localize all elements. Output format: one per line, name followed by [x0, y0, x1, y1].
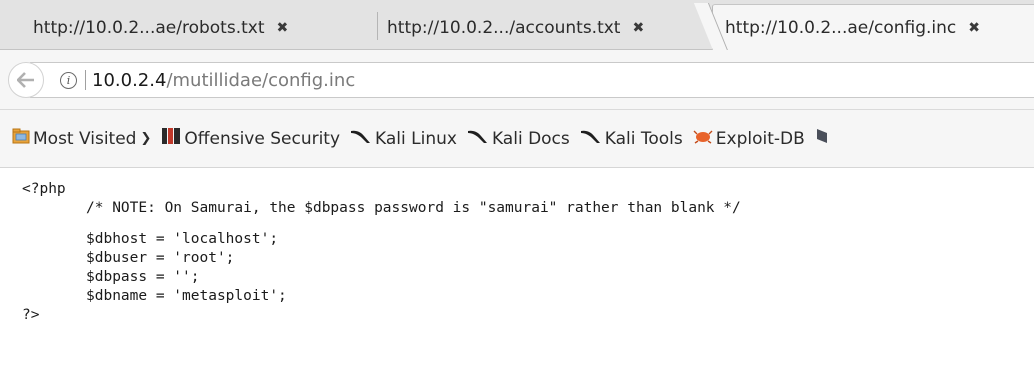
close-icon[interactable]: ✖: [968, 20, 980, 36]
url-path: /mutillidae/config.inc: [166, 69, 356, 91]
page-content: <?php /* NOTE: On Samurai, the $dbpass pa…: [0, 168, 1034, 372]
close-icon[interactable]: ✖: [277, 20, 289, 36]
browser-window: http://10.0.2...ae/robots.txt ✖ http://1…: [0, 0, 1034, 372]
bookmark-label: Offensive Security: [184, 128, 341, 149]
info-icon[interactable]: i: [60, 71, 77, 89]
tab-strip: http://10.0.2...ae/robots.txt ✖ http://1…: [0, 0, 1034, 50]
url-host: 10.0.2.4: [92, 69, 167, 91]
bookmark-overflow[interactable]: [815, 127, 832, 150]
code-line: $dbpass = '';: [86, 269, 200, 285]
code-line: $dbname = 'metasploit';: [86, 288, 287, 304]
tab-accounts[interactable]: http://10.0.2.../accounts.txt ✖: [387, 6, 712, 50]
bookmark-offensive-security[interactable]: Offensive Security: [161, 127, 340, 150]
back-button[interactable]: [8, 62, 44, 98]
bookmark-kali-tools[interactable]: Kali Tools: [580, 127, 683, 150]
tab-robots[interactable]: http://10.0.2...ae/robots.txt ✖: [33, 6, 378, 50]
bookmark-kali-docs[interactable]: Kali Docs: [467, 127, 570, 150]
bookmark-label: Kali Linux: [375, 128, 457, 149]
tab-config-active[interactable]: http://10.0.2...ae/config.inc ✖: [712, 4, 1034, 50]
bookmarks-toolbar: Most Visited ❯ Offensive Security Kali L…: [0, 110, 1034, 168]
bookmark-most-visited[interactable]: Most Visited ❯: [12, 128, 151, 149]
chevron-down-icon: ❯: [140, 131, 152, 146]
folder-icon: [12, 128, 30, 149]
navigation-bar: i 10.0.2.4 /mutillidae/config.inc: [0, 50, 1034, 110]
kali-dragon-icon: [467, 127, 489, 150]
code-line: $dbuser = 'root';: [86, 250, 235, 266]
code-line: ?>: [22, 307, 40, 323]
offsec-icon: [161, 127, 181, 150]
tab-title: http://10.0.2...ae/config.inc: [725, 17, 957, 38]
tab-title: http://10.0.2...ae/robots.txt: [33, 18, 265, 38]
bookmark-label: Most Visited: [33, 128, 137, 149]
tab-separator: [377, 12, 378, 40]
bookmark-label: Kali Tools: [604, 128, 683, 149]
tab-title: http://10.0.2.../accounts.txt: [387, 18, 621, 38]
exploitdb-icon: [693, 128, 713, 149]
code-line: /* NOTE: On Samurai, the $dbpass passwor…: [86, 200, 741, 216]
bookmark-label: Exploit-DB: [715, 128, 805, 149]
bookmark-kali-linux[interactable]: Kali Linux: [350, 127, 457, 150]
back-arrow-icon: [17, 72, 34, 88]
kali-dragon-icon: [580, 127, 602, 150]
file-contents: <?php /* NOTE: On Samurai, the $dbpass pa…: [0, 168, 1034, 325]
code-line: <?php: [22, 181, 66, 197]
close-icon[interactable]: ✖: [632, 20, 644, 36]
bookmark-exploit-db[interactable]: Exploit-DB: [693, 128, 805, 149]
bookmark-partial-icon: [815, 127, 829, 150]
bookmark-label: Kali Docs: [491, 128, 570, 149]
url-bar[interactable]: i 10.0.2.4 /mutillidae/config.inc: [30, 62, 1034, 98]
code-line: $dbhost = 'localhost';: [86, 231, 279, 247]
kali-dragon-icon: [350, 127, 372, 150]
url-divider: [85, 70, 86, 90]
